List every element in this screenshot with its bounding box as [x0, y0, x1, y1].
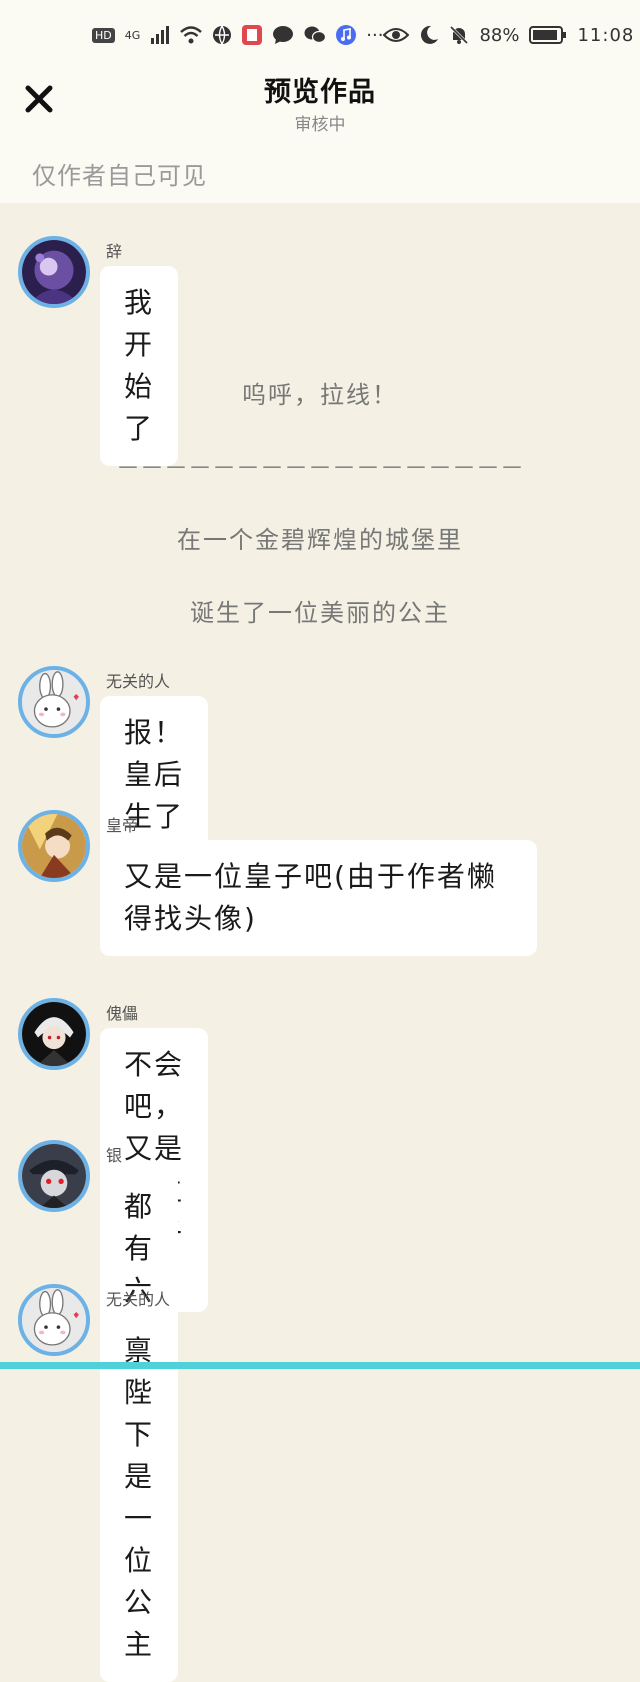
sender-name: 皇帝	[106, 812, 138, 836]
chat-bubble: 我开始了	[100, 266, 178, 466]
bunny-avatar-icon	[22, 1288, 86, 1352]
sender-name: 傀儡	[106, 1000, 138, 1024]
narration-line: 呜呼，拉线！	[0, 375, 640, 410]
wechat-icon	[304, 25, 326, 45]
avatar[interactable]	[18, 810, 90, 882]
battery-percent: 88%	[479, 25, 519, 46]
status-bar: HD 4G ··· 88	[0, 0, 640, 70]
divider-line: －－－－－－－－－－－－－－－－－	[0, 448, 640, 483]
chat-bubble: 禀陛下是一位公主	[100, 1314, 178, 1682]
book-app-icon	[242, 25, 262, 45]
sender-name: 无关的人	[106, 1286, 170, 1310]
sender-name: 银	[106, 1142, 122, 1166]
avatar[interactable]	[18, 666, 90, 738]
chat-bubble: 又是一位皇子吧(由于作者懒得找头像)	[100, 840, 537, 956]
story-content[interactable]: 辞 我开始了 呜呼，拉线！ －－－－－－－－－－－－－－－－－ 在一个金碧辉煌的…	[0, 203, 640, 1369]
sender-name: 辞	[106, 238, 122, 262]
bottom-accent-bar	[0, 1362, 640, 1369]
hd-icon: HD	[92, 28, 115, 43]
narration-line: 在一个金碧辉煌的城堡里	[0, 520, 640, 555]
avatar[interactable]	[18, 1140, 90, 1212]
music-icon	[336, 25, 356, 45]
bell-off-icon	[449, 25, 469, 45]
red-eye-avatar-icon	[22, 1144, 86, 1208]
wifi-icon	[180, 26, 202, 44]
purple-avatar-icon	[22, 240, 86, 304]
battery-icon	[529, 26, 567, 44]
signal-icon	[150, 26, 170, 44]
review-status: 审核中	[0, 110, 640, 135]
white-hair-avatar-icon	[22, 1002, 86, 1066]
status-left: HD 4G ···	[92, 25, 383, 46]
eye-icon	[383, 26, 409, 44]
status-right: 88% 11:08	[383, 25, 634, 46]
avatar[interactable]	[18, 998, 90, 1070]
avatar[interactable]	[18, 1284, 90, 1356]
avatar[interactable]	[18, 236, 90, 308]
narration-line: 诞生了一位美丽的公主	[0, 593, 640, 628]
page-title: 预览作品	[0, 70, 640, 109]
clock: 11:08	[577, 25, 634, 46]
anime-avatar-icon	[22, 814, 86, 878]
moon-icon	[419, 25, 439, 45]
vpn-globe-icon	[212, 25, 232, 45]
visibility-note: 仅作者自己可见	[32, 156, 207, 191]
message-icon	[272, 25, 294, 45]
bunny-avatar-icon	[22, 670, 86, 734]
sender-name: 无关的人	[106, 668, 170, 692]
network-label: 4G	[125, 29, 141, 42]
more-notifications-icon: ···	[366, 25, 383, 46]
header: 预览作品 审核中 仅作者自己可见	[0, 70, 640, 203]
